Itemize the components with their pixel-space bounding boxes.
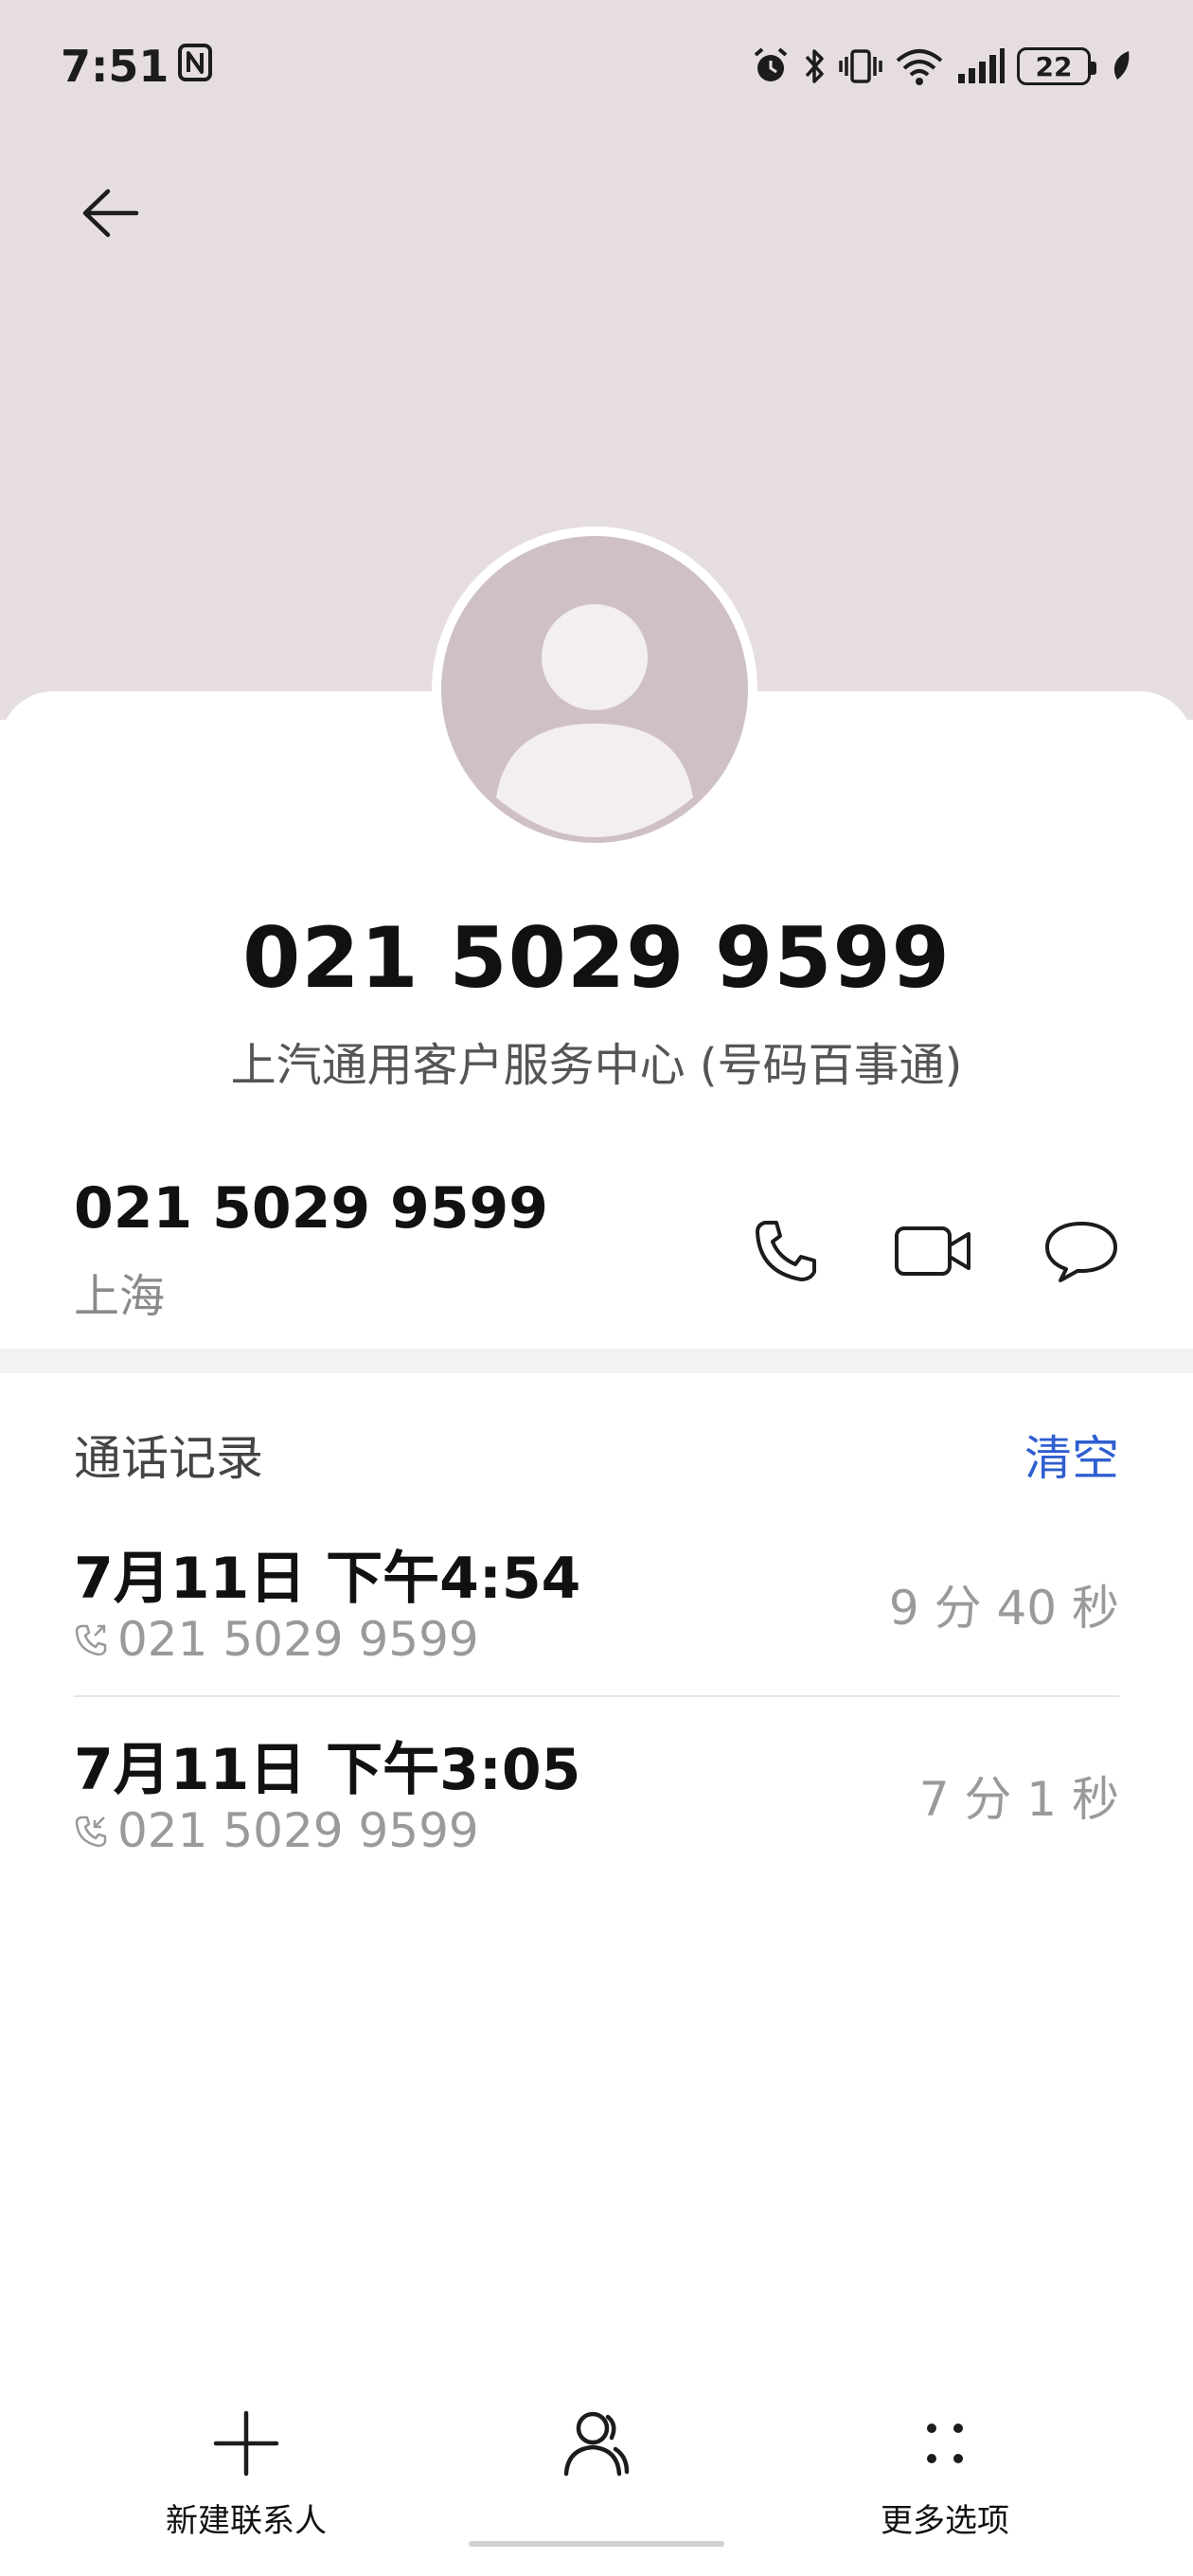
phone-location: 上海 (74, 1270, 166, 1323)
more-options-label: 更多选项 (881, 2502, 1009, 2540)
wifi-icon (894, 45, 945, 87)
clear-history-button[interactable]: 清空 (1024, 1421, 1119, 1489)
contact-number-title: 021 5029 9599 (242, 909, 951, 1007)
contact-subtitle: 上汽通用客户服务中心 (号码百事通) (230, 1039, 963, 1092)
more-options-button[interactable]: 更多选项 (822, 2406, 1068, 2567)
new-contact-label: 新建联系人 (166, 2502, 327, 2540)
call-log-item[interactable]: 7月11日 下午4:54 021 5029 9599 9 分 40 秒 (74, 1506, 1119, 1695)
call-log-item[interactable]: 7月11日 下午3:05 021 5029 9599 7 分 1 秒 (74, 1695, 1119, 1885)
call-number-line: 021 5029 9599 (74, 1803, 479, 1858)
leaf-icon (1110, 49, 1132, 83)
outgoing-call-icon (75, 1624, 107, 1656)
message-icon (1045, 1222, 1117, 1282)
avatar[interactable] (432, 527, 757, 852)
vibrate-icon (839, 45, 882, 87)
status-right: 22 (750, 45, 1132, 87)
signal-icon (956, 45, 1006, 87)
message-button[interactable] (1034, 1204, 1129, 1298)
bottom-action-bar: 新建联系人 更多选项 (0, 2406, 1193, 2576)
call-history-header: 通话记录 清空 (74, 1421, 1119, 1489)
plus-icon (213, 2410, 279, 2477)
call-button[interactable] (739, 1204, 833, 1298)
alarm-icon (750, 45, 792, 87)
nfc-icon (178, 41, 213, 92)
phone-number: 021 5029 9599 (74, 1175, 549, 1242)
battery-indicator: 22 (1017, 47, 1096, 85)
more-dots-icon (927, 2424, 963, 2463)
home-indicator[interactable] (469, 2541, 724, 2547)
call-history-title: 通话记录 (74, 1431, 263, 1486)
video-call-button[interactable] (886, 1204, 981, 1298)
status-time: 7:51 (61, 41, 169, 92)
incoming-call-icon (75, 1816, 107, 1848)
call-time: 7月11日 下午4:54 (74, 1546, 581, 1612)
video-call-icon (895, 1226, 970, 1276)
section-divider (0, 1349, 1193, 1373)
status-bar: 7:51 22 (0, 0, 1193, 133)
call-duration: 7 分 1 秒 (918, 1772, 1119, 1827)
new-contact-button[interactable]: 新建联系人 (123, 2406, 369, 2567)
call-number: 021 5029 9599 (117, 1612, 479, 1667)
back-button[interactable] (68, 170, 153, 256)
call-duration: 9 分 40 秒 (888, 1581, 1119, 1636)
phone-number-row[interactable]: 021 5029 9599 上海 (0, 1160, 1193, 1331)
back-arrow-icon (82, 188, 139, 238)
bluetooth-icon (803, 45, 828, 87)
call-time: 7月11日 下午3:05 (74, 1737, 581, 1803)
phone-icon (756, 1221, 816, 1281)
call-history-list: 7月11日 下午4:54 021 5029 9599 9 分 40 秒 7月11… (74, 1506, 1119, 1885)
call-number: 021 5029 9599 (117, 1803, 479, 1858)
contact-detail-screen: 7:51 22 021 5029 9599 上汽通用客户服务中心 (号码百事通)… (0, 0, 1193, 2576)
status-left: 7:51 (61, 41, 213, 92)
person-silhouette-icon (496, 604, 693, 837)
person-icon (563, 2411, 630, 2477)
call-number-line: 021 5029 9599 (74, 1612, 479, 1667)
